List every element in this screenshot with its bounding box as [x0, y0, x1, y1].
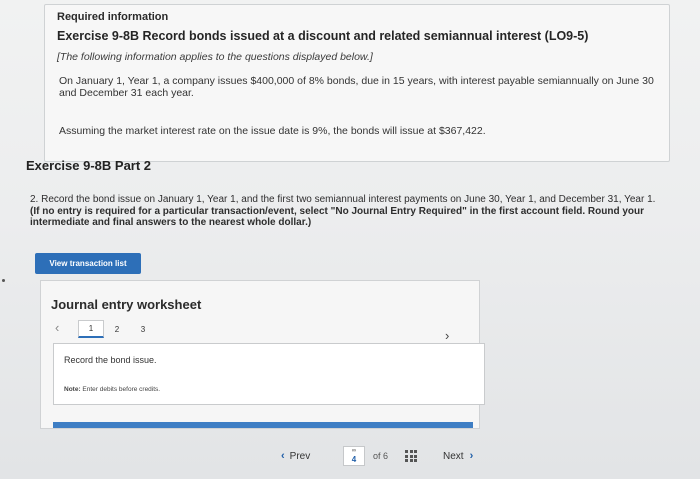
prev-button[interactable]: ‹ Prev [281, 447, 331, 465]
note-label: Note: [64, 386, 81, 393]
view-transaction-list-button[interactable]: View transaction list [35, 253, 141, 274]
exercise-title: Exercise 9-8B Record bonds issued at a d… [57, 29, 589, 43]
instructions-text: 2. Record the bond issue on January 1, Y… [30, 194, 656, 205]
record-instruction: Record the bond issue. [64, 355, 157, 365]
worksheet-page-3[interactable]: 3 [130, 320, 156, 338]
next-label: Next [443, 450, 464, 462]
current-question-indicator[interactable]: ∞ 4 [343, 446, 365, 466]
margin-marker [2, 279, 5, 282]
market-rate-assumption: Assuming the market interest rate on the… [59, 125, 486, 137]
instructions-bold-text: (If no entry is required for a particula… [30, 205, 645, 229]
chevron-right-icon: › [469, 450, 474, 462]
question-total: of 6 [373, 451, 389, 461]
bond-issue-description: On January 1, Year 1, a company issues $… [59, 75, 654, 99]
prev-label: Prev [289, 450, 311, 462]
chevron-left-icon: ‹ [281, 450, 285, 462]
link-icon: ∞ [351, 448, 357, 454]
question-instructions: 2. Record the bond issue on January 1, Y… [30, 194, 660, 229]
grid-icon[interactable] [405, 450, 417, 462]
chevron-right-icon[interactable]: › [445, 328, 449, 343]
required-information-panel: Required information Exercise 9-8B Recor… [44, 4, 670, 162]
journal-entry-worksheet: Journal entry worksheet ‹ 1 2 3 › Record… [40, 280, 485, 429]
worksheet-page-2[interactable]: 2 [104, 320, 130, 338]
note-text: Enter debits before credits. [82, 386, 161, 393]
next-button[interactable]: Next › [443, 447, 493, 465]
chevron-left-icon[interactable]: ‹ [55, 320, 59, 335]
required-info-heading: Required information [57, 11, 169, 23]
worksheet-step-panel: Record the bond issue. Note: Enter debit… [53, 343, 485, 405]
worksheet-title: Journal entry worksheet [51, 297, 202, 312]
worksheet-action-bar [53, 422, 473, 428]
worksheet-note: Note: Enter debits before credits. [64, 386, 160, 393]
current-question-number: 4 [351, 455, 357, 464]
worksheet-page-1[interactable]: 1 [78, 320, 104, 338]
info-italic-note: [The following information applies to th… [57, 51, 373, 63]
part-title: Exercise 9-8B Part 2 [26, 158, 152, 173]
bottom-navigation: ‹ Prev ∞ 4 of 6 Next › [0, 445, 700, 469]
worksheet-pagination: 1 2 3 [78, 320, 156, 338]
